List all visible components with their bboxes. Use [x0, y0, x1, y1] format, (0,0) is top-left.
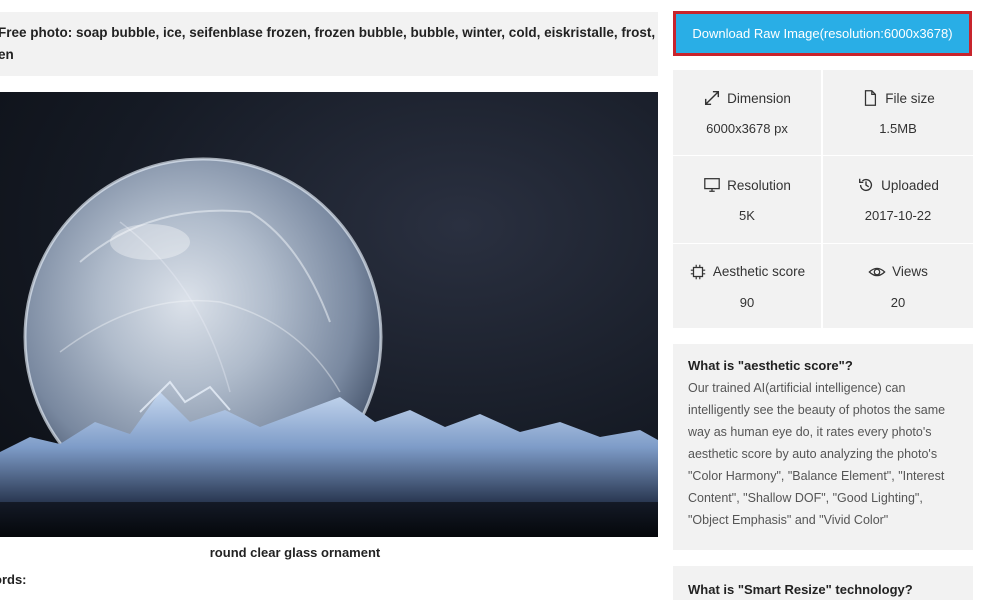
- monitor-icon: [704, 178, 720, 192]
- info-aesthetic-score-label: Aesthetic score: [712, 264, 806, 279]
- info-views-label: Views: [892, 264, 928, 279]
- smart-resize-explainer-title: What is "Smart Resize" technology?: [688, 582, 913, 597]
- aesthetic-score-explainer: What is "aesthetic score"? Our trained A…: [673, 344, 973, 550]
- download-raw-image-button[interactable]: Download Raw Image(resolution:6000x3678): [673, 11, 972, 56]
- frozen-bubble-image: [0, 157, 658, 537]
- info-file-size-label: File size: [885, 90, 935, 106]
- file-icon: [865, 90, 877, 106]
- photo-title: Free photo: soap bubble, ice, seifenblas…: [0, 12, 658, 76]
- keywords-label: ords:: [0, 572, 27, 587]
- info-resolution-value: 5K: [739, 208, 755, 223]
- chip-icon: [690, 264, 706, 279]
- info-resolution: Resolution 5K: [673, 156, 821, 243]
- info-dimension-label: Dimension: [727, 90, 791, 106]
- aesthetic-score-explainer-body: Our trained AI(artificial intelligence) …: [688, 381, 946, 527]
- main-photo[interactable]: [0, 92, 658, 537]
- info-file-size-value: 1.5MB: [879, 121, 917, 136]
- resize-arrows-icon: [705, 90, 720, 106]
- info-views-value: 20: [890, 294, 906, 310]
- eye-icon: [868, 267, 886, 276]
- photo-title-line-1: Free photo: soap bubble, ice, seifenblas…: [0, 25, 656, 40]
- info-dimension-value: 6000x3678 px: [706, 121, 788, 136]
- info-uploaded-label: Uploaded: [881, 177, 939, 193]
- info-aesthetic-score-value: 90: [739, 294, 755, 310]
- info-uploaded-value: 2017-10-22: [864, 208, 932, 223]
- info-file-size: File size 1.5MB: [823, 70, 973, 155]
- photo-title-line-2: en: [0, 47, 14, 62]
- info-dimension: Dimension 6000x3678 px: [673, 70, 821, 155]
- history-icon: [859, 178, 873, 192]
- aesthetic-score-explainer-title: What is "aesthetic score"?: [688, 358, 853, 373]
- info-aesthetic-score: Aesthetic score 90: [673, 244, 821, 328]
- photo-caption: round clear glass ornament: [209, 545, 381, 560]
- photo-info-grid: Dimension 6000x3678 px File size 1.5MB R…: [673, 70, 973, 328]
- info-uploaded: Uploaded 2017-10-22: [823, 156, 973, 243]
- smart-resize-explainer: What is "Smart Resize" technology?: [673, 566, 973, 600]
- info-resolution-label: Resolution: [727, 177, 791, 193]
- info-views: Views 20: [823, 244, 973, 328]
